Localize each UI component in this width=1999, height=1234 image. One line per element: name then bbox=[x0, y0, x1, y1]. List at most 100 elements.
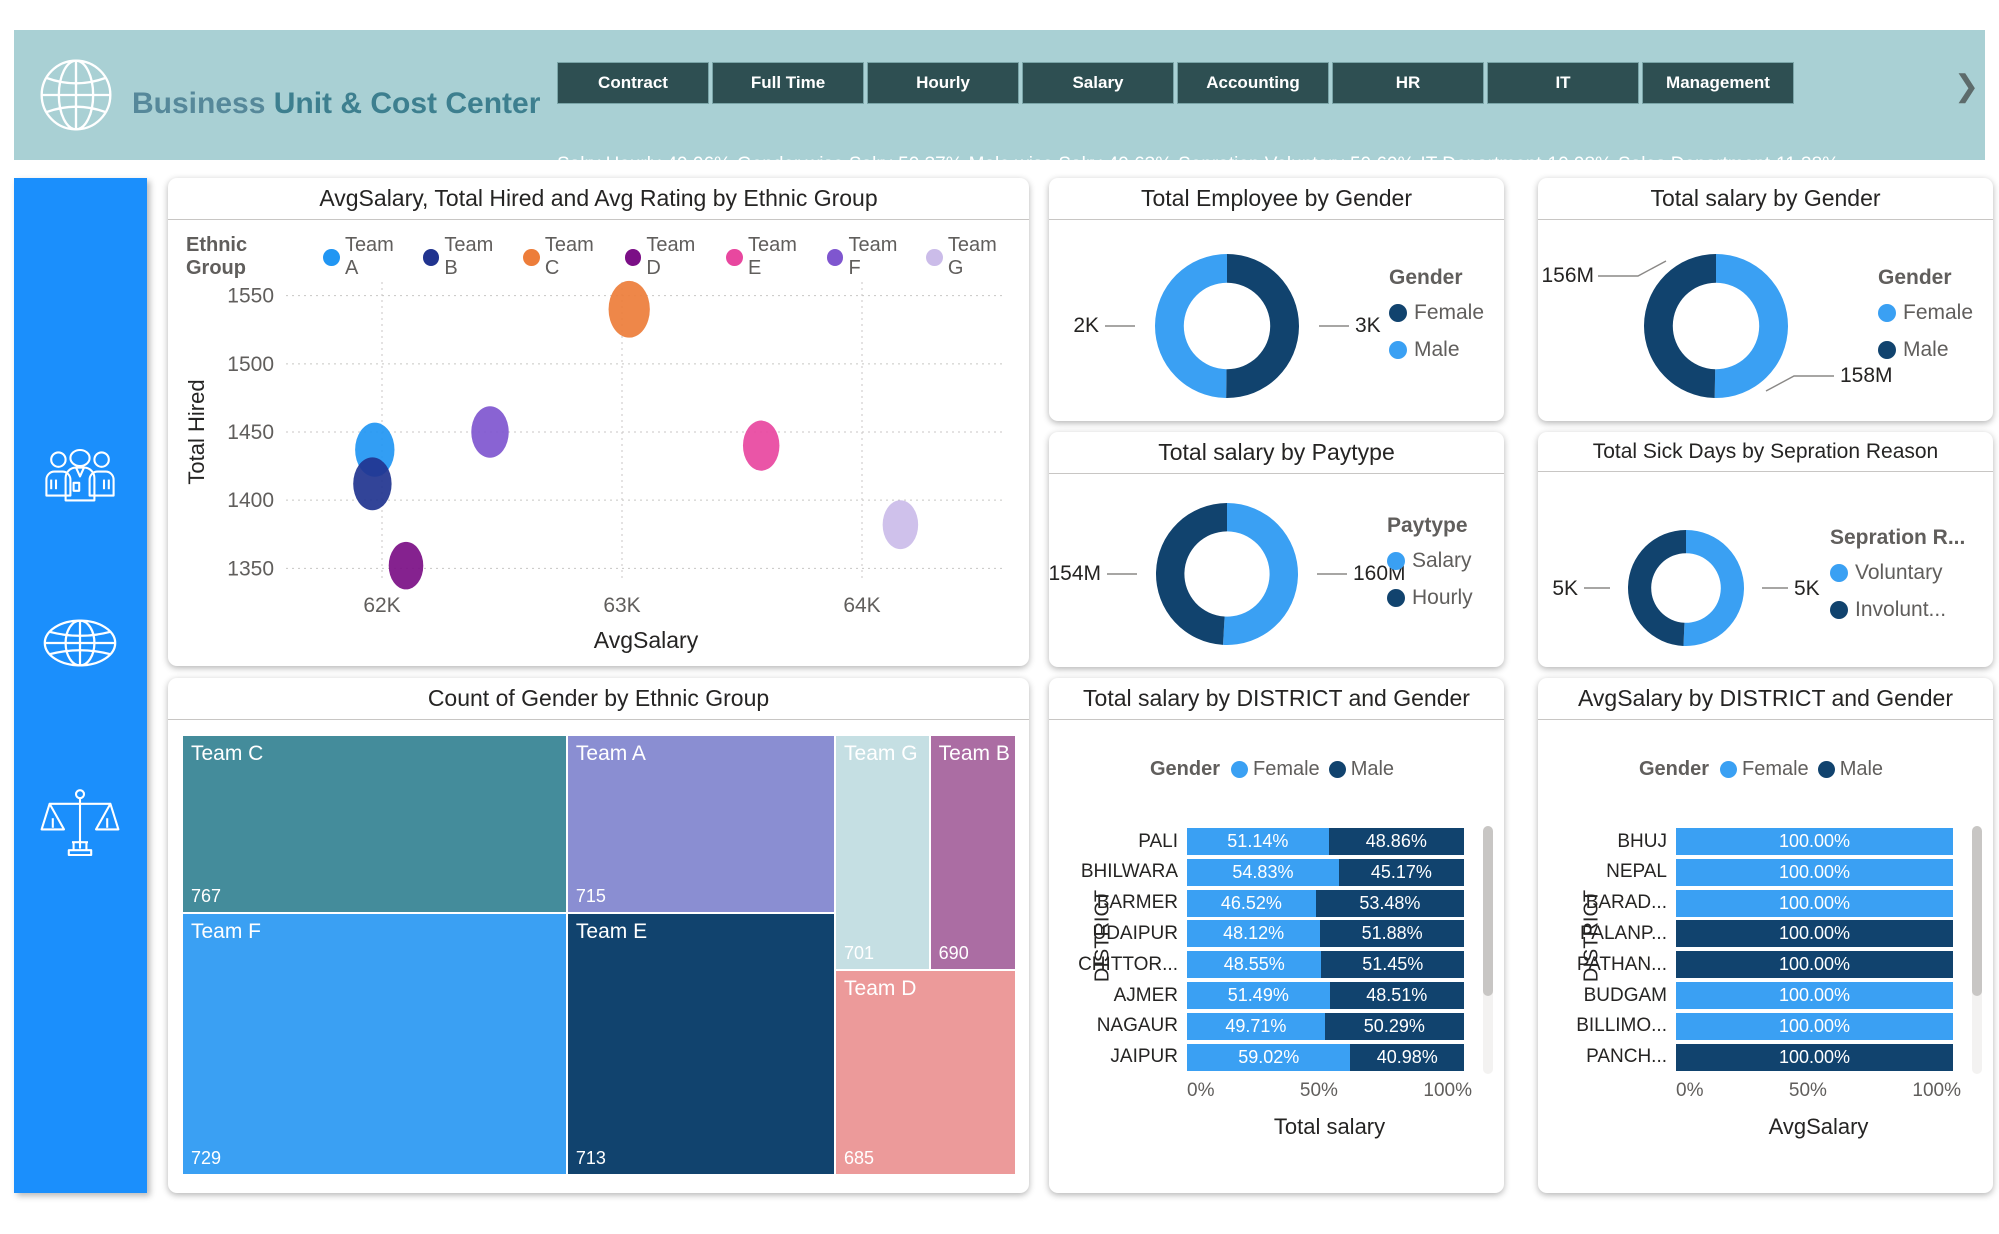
bar-row[interactable]: UDAIPUR 48.12% 51.88% bbox=[1071, 920, 1464, 948]
salary-by-district-rows[interactable]: PALI 51.14% 48.86% BHILWARA 54.83% 45.17% BARM… bbox=[1071, 828, 1464, 1071]
treemap-cell-team-g[interactable]: Team G 701 bbox=[835, 735, 930, 970]
sick-days-by-sepration-legend-item-voluntary[interactable]: Voluntary bbox=[1830, 561, 1965, 585]
bar-segment-female[interactable]: 100.00% bbox=[1676, 1012, 1953, 1040]
salary-by-gender-body[interactable]: 156M 158M Gender Female Male bbox=[1538, 224, 1993, 421]
employee-by-gender-legend-item-female[interactable]: Female bbox=[1389, 301, 1484, 325]
bar-segment-female[interactable]: 100.00% bbox=[1676, 858, 1953, 886]
bar-segment-male[interactable]: 51.88% bbox=[1320, 920, 1464, 948]
tab-hr[interactable]: HR bbox=[1332, 62, 1484, 104]
bar-segment-male[interactable]: 48.51% bbox=[1329, 982, 1464, 1009]
bar-segment-female[interactable]: 51.49% bbox=[1187, 982, 1330, 1009]
treemap-cell-team-a[interactable]: Team A 715 bbox=[566, 735, 836, 913]
sick-days-by-sepration-body[interactable]: 5K 5K Sepration R... Voluntary Involunt... bbox=[1538, 508, 1993, 667]
treemap-cell-team-d[interactable]: Team D 685 bbox=[835, 969, 1016, 1175]
treemap-cell-team-b[interactable]: Team B 690 bbox=[929, 735, 1016, 970]
scatter-bubble-team-b[interactable] bbox=[353, 457, 392, 511]
tab-management[interactable]: Management bbox=[1642, 62, 1794, 104]
bar-segment-female[interactable]: 54.83% bbox=[1187, 858, 1339, 886]
bar-row[interactable]: BUDGAM 100.00% bbox=[1560, 982, 1953, 1009]
legend-item-female[interactable]: Female bbox=[1719, 758, 1809, 781]
bar-row[interactable]: BILLIMO... 100.00% bbox=[1560, 1012, 1953, 1040]
salary-by-district-scrollbar-thumb[interactable] bbox=[1483, 826, 1493, 996]
salary-by-gender-legend-item-male[interactable]: Male bbox=[1878, 338, 1973, 362]
bar-row[interactable]: NEPAL 100.00% bbox=[1560, 858, 1953, 886]
salary-by-paytype-body[interactable]: 154M 160M Paytype Salary Hourly bbox=[1048, 478, 1504, 667]
scales-balance-icon[interactable] bbox=[40, 783, 120, 863]
bar-row[interactable]: JAIPUR 59.02% 40.98% bbox=[1071, 1043, 1464, 1071]
scatter-xtick-label: 64K bbox=[843, 594, 880, 617]
bar-segment-female[interactable]: 49.71% bbox=[1187, 1012, 1325, 1040]
bar-segment-female[interactable]: 46.52% bbox=[1187, 889, 1316, 917]
bar-segment-male[interactable]: 100.00% bbox=[1676, 951, 1953, 979]
salary-by-gender-slice-male[interactable] bbox=[1643, 254, 1716, 398]
bar-segment-female[interactable]: 100.00% bbox=[1676, 828, 1953, 855]
bar-row[interactable]: PATHAN... 100.00% bbox=[1560, 951, 1953, 979]
legend-item-male[interactable]: Male bbox=[1328, 758, 1394, 781]
salary-by-gender-slice-female[interactable] bbox=[1714, 254, 1788, 398]
bar-category-label: CHITTOR... bbox=[1078, 953, 1178, 975]
scatter-bubble-team-f[interactable] bbox=[471, 406, 509, 458]
sick-days-by-sepration-slice-involunt-[interactable] bbox=[1628, 530, 1686, 646]
bar-segment-female[interactable]: 48.12% bbox=[1187, 920, 1321, 948]
salary-by-gender-callout-leader bbox=[1765, 375, 1834, 392]
sick-days-by-sepration-slice-voluntary[interactable] bbox=[1683, 530, 1744, 646]
employee-by-gender-slice-male[interactable] bbox=[1155, 254, 1227, 398]
salary-by-paytype-legend-item-salary[interactable]: Salary bbox=[1387, 549, 1473, 573]
bar-segment-male[interactable]: 51.45% bbox=[1321, 951, 1464, 979]
bar-segment-female[interactable]: 100.00% bbox=[1676, 982, 1953, 1009]
bar-segment-male[interactable]: 48.86% bbox=[1328, 828, 1464, 855]
bar-segment-female[interactable]: 51.14% bbox=[1187, 828, 1329, 855]
bar-segment-male[interactable]: 100.00% bbox=[1676, 920, 1953, 948]
tab-it[interactable]: IT bbox=[1487, 62, 1639, 104]
bar-segment-male[interactable]: 100.00% bbox=[1676, 1043, 1953, 1071]
treemap-plot-area[interactable]: Team C 767 Team A 715 Team G 701 Team B 690 Team… bbox=[182, 735, 1016, 1175]
bar-row[interactable]: PALANP... 100.00% bbox=[1560, 920, 1953, 948]
bar-segment-male[interactable]: 53.48% bbox=[1315, 889, 1464, 917]
avgsalary-by-district-scrollbar-thumb[interactable] bbox=[1972, 826, 1982, 996]
treemap-cell-team-e[interactable]: Team E 713 bbox=[566, 912, 836, 1175]
tab-contract[interactable]: Contract bbox=[557, 62, 709, 104]
bar-segment-female[interactable]: 48.55% bbox=[1187, 951, 1322, 979]
sick-days-by-sepration-legend-item-involunt-[interactable]: Involunt... bbox=[1830, 598, 1965, 622]
treemap-cell-team-f[interactable]: Team F 729 bbox=[182, 912, 567, 1175]
chevron-right-icon[interactable]: ❯ bbox=[1954, 72, 1979, 102]
employee-by-gender-legend-item-male[interactable]: Male bbox=[1389, 338, 1484, 362]
salary-by-gender-legend-item-female[interactable]: Female bbox=[1878, 301, 1973, 325]
bar-row[interactable]: CHITTOR... 48.55% 51.45% bbox=[1071, 951, 1464, 979]
bar-segment-male[interactable]: 50.29% bbox=[1324, 1012, 1464, 1040]
salary-by-paytype-slice-salary[interactable] bbox=[1222, 503, 1298, 645]
salary-by-paytype-slice-hourly[interactable] bbox=[1156, 503, 1227, 645]
employee-by-gender-slice-female[interactable] bbox=[1226, 254, 1300, 398]
bar-row[interactable]: BARMER 46.52% 53.48% bbox=[1071, 889, 1464, 917]
scatter-bubble-team-g[interactable] bbox=[882, 500, 919, 550]
employee-by-gender-body[interactable]: 2K 3K Gender Female Male bbox=[1049, 224, 1504, 421]
tab-hourly[interactable]: Hourly bbox=[867, 62, 1019, 104]
salary-by-district-scrollbar[interactable] bbox=[1483, 826, 1493, 1074]
avgsalary-by-district-scrollbar[interactable] bbox=[1972, 826, 1982, 1074]
legend-item-male[interactable]: Male bbox=[1817, 758, 1883, 781]
scatter-bubble-team-c[interactable] bbox=[608, 280, 650, 338]
scatter-bubble-team-d[interactable] bbox=[388, 541, 424, 590]
tab-salary[interactable]: Salary bbox=[1022, 62, 1174, 104]
bar-segment-male[interactable]: 40.98% bbox=[1350, 1043, 1464, 1071]
legend-item-female[interactable]: Female bbox=[1230, 758, 1320, 781]
tab-full-time[interactable]: Full Time bbox=[712, 62, 864, 104]
bar-segment-female[interactable]: 59.02% bbox=[1187, 1043, 1351, 1071]
avgsalary-by-district-rows[interactable]: BHUJ 100.00% NEPAL 100.00% BARAD... 100.00% PA… bbox=[1560, 828, 1953, 1071]
salary-by-paytype-legend-item-hourly[interactable]: Hourly bbox=[1387, 586, 1473, 610]
bar-row[interactable]: PALI 51.14% 48.86% bbox=[1071, 828, 1464, 855]
globe-icon[interactable] bbox=[40, 603, 120, 683]
scatter-bubble-team-e[interactable] bbox=[742, 420, 780, 471]
people-group-icon[interactable] bbox=[40, 438, 120, 518]
treemap-cell-team-c[interactable]: Team C 767 bbox=[182, 735, 567, 913]
bar-row[interactable]: BHUJ 100.00% bbox=[1560, 828, 1953, 855]
bar-row[interactable]: AJMER 51.49% 48.51% bbox=[1071, 982, 1464, 1009]
bar-row[interactable]: BARAD... 100.00% bbox=[1560, 889, 1953, 917]
scatter-plot-area[interactable]: 1350 1400 1450 1500 1550 62K 63K 64K AvgSalary To… bbox=[168, 264, 1029, 664]
bar-segment-male[interactable]: 45.17% bbox=[1338, 858, 1464, 886]
bar-row[interactable]: NAGAUR 49.71% 50.29% bbox=[1071, 1012, 1464, 1040]
bar-row[interactable]: BHILWARA 54.83% 45.17% bbox=[1071, 858, 1464, 886]
bar-row[interactable]: PANCH... 100.00% bbox=[1560, 1043, 1953, 1071]
tab-accounting[interactable]: Accounting bbox=[1177, 62, 1329, 104]
bar-segment-female[interactable]: 100.00% bbox=[1676, 889, 1953, 917]
